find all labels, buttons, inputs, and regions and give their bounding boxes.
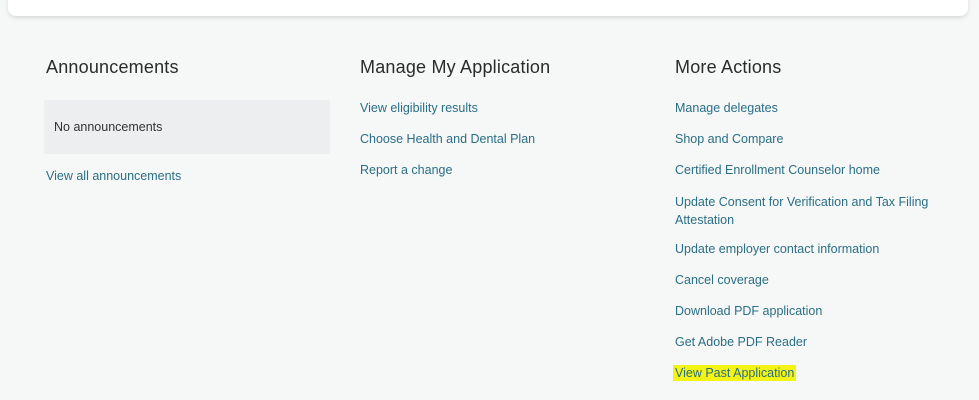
announcements-section: Announcements No announcements View all … <box>44 56 336 184</box>
report-change-link[interactable]: Report a change <box>360 163 452 177</box>
view-all-announcements-link[interactable]: View all announcements <box>46 168 336 184</box>
no-announcements-text: No announcements <box>54 120 163 134</box>
view-eligibility-results-link[interactable]: View eligibility results <box>360 101 478 115</box>
shop-and-compare-link[interactable]: Shop and Compare <box>675 132 783 146</box>
manage-application-section: Manage My Application View eligibility r… <box>360 56 640 193</box>
top-card <box>8 0 968 16</box>
announcements-heading: Announcements <box>46 57 179 77</box>
manage-delegates-link[interactable]: Manage delegates <box>675 101 778 115</box>
choose-health-dental-plan-link[interactable]: Choose Health and Dental Plan <box>360 132 535 146</box>
manage-application-heading: Manage My Application <box>360 57 551 77</box>
more-actions-section: More Actions Manage delegates Shop and C… <box>673 56 965 396</box>
announcements-box: No announcements <box>44 100 330 154</box>
more-actions-heading: More Actions <box>675 57 782 77</box>
update-employer-contact-link[interactable]: Update employer contact information <box>675 242 879 256</box>
view-past-application-link[interactable]: View Past Application <box>673 365 797 381</box>
update-consent-link[interactable]: Update Consent for Verification and Tax … <box>675 193 955 229</box>
get-adobe-pdf-reader-link[interactable]: Get Adobe PDF Reader <box>675 335 807 349</box>
download-pdf-application-link[interactable]: Download PDF application <box>675 304 822 318</box>
certified-enrollment-counselor-home-link[interactable]: Certified Enrollment Counselor home <box>675 163 880 177</box>
cancel-coverage-link[interactable]: Cancel coverage <box>675 273 769 287</box>
